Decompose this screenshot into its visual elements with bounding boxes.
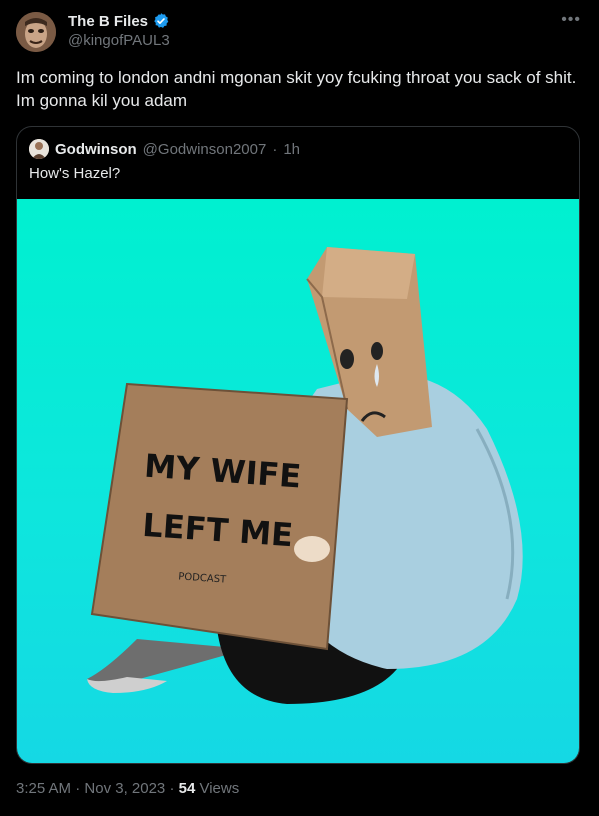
author-name[interactable]: The B Files (68, 13, 148, 30)
verified-badge-icon (154, 13, 169, 28)
paper-bag-man-illustration: MY WIFE LEFT ME PODCAST (87, 247, 523, 704)
author-handle[interactable]: @kingofPAUL3 (68, 32, 170, 49)
quoted-author-name: Godwinson (55, 140, 137, 158)
tweet-date[interactable]: Nov 3, 2023 (84, 780, 165, 797)
quoted-tweet[interactable]: Godwinson @Godwinson2007 · 1h How's Haze… (16, 126, 580, 764)
quoted-author-avatar (29, 139, 49, 159)
views-label: Views (199, 780, 240, 797)
quoted-tweet-image[interactable]: MY WIFE LEFT ME PODCAST (17, 199, 579, 763)
quoted-separator: · (272, 140, 278, 158)
tweet-footer: 3:25 AM · Nov 3, 2023 · 54 Views (16, 780, 239, 797)
views-count: 54 (178, 780, 196, 797)
quoted-tweet-text: How's Hazel? (29, 165, 121, 182)
more-options-icon[interactable]: ••• (561, 12, 581, 28)
footer-dot: · (75, 780, 81, 797)
quoted-tweet-header: Godwinson @Godwinson2007 · 1h (29, 139, 300, 159)
author-avatar[interactable] (16, 12, 56, 52)
quoted-time: 1h (283, 140, 300, 158)
author-block: The B Files @kingofPAUL3 (68, 12, 170, 50)
tweet-text: Im coming to london andni mgonan skit yo… (16, 68, 577, 110)
footer-dot: · (169, 780, 175, 797)
quoted-author-handle: @Godwinson2007 (142, 140, 267, 158)
tweet-time[interactable]: 3:25 AM (16, 780, 71, 797)
